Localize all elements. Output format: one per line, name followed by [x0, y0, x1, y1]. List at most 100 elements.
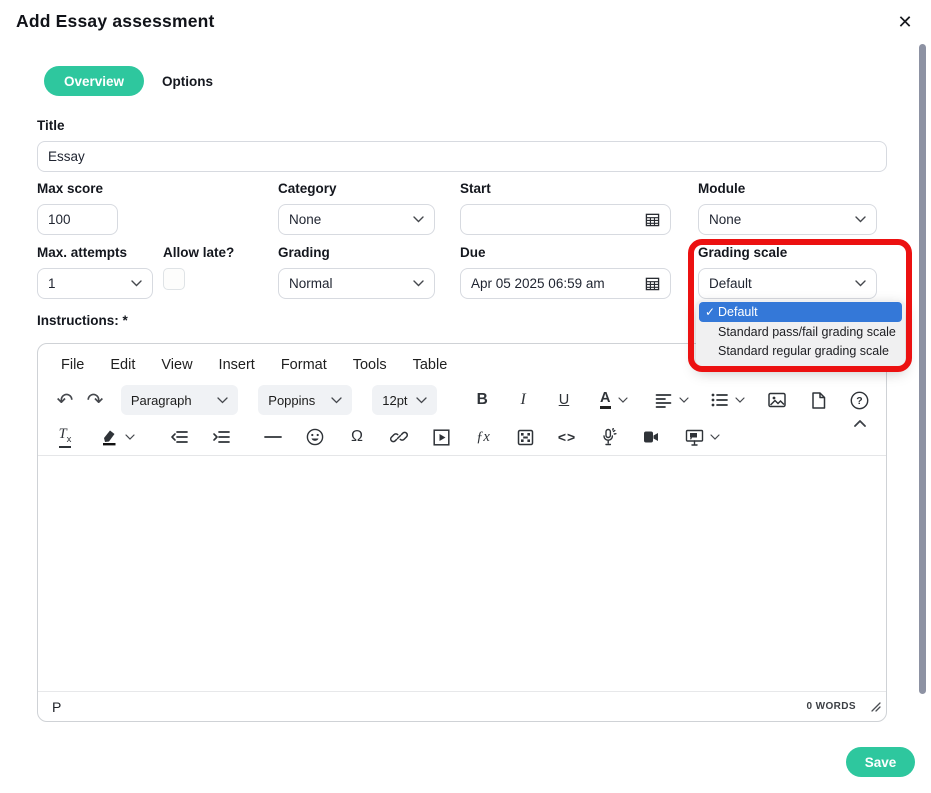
chevron-down-icon: [124, 434, 135, 440]
dropdown-option-default[interactable]: ✓ Default: [699, 302, 902, 322]
field-grading: Grading Normal: [278, 245, 435, 299]
font-size-value: 12pt: [382, 392, 408, 408]
vertical-scrollbar[interactable]: [919, 44, 926, 694]
modal-title: Add Essay assessment: [16, 11, 215, 31]
check-icon: ✓: [705, 305, 716, 319]
calendar-icon[interactable]: [645, 276, 660, 291]
paragraph-style-select[interactable]: Paragraph: [120, 385, 239, 415]
dropdown-option-passfail[interactable]: Standard pass/fail grading scale: [696, 322, 905, 341]
element-path[interactable]: P: [52, 699, 61, 715]
field-max-attempts: Max. attempts 1: [37, 245, 153, 299]
undo-glyph: ↶: [56, 389, 74, 412]
title-input[interactable]: [37, 141, 887, 172]
field-grading-scale: Grading scale Default: [698, 245, 877, 299]
video-record-icon[interactable]: [636, 422, 666, 452]
media-icon[interactable]: [426, 422, 456, 452]
chevron-down-icon: [415, 396, 427, 403]
save-button[interactable]: Save: [846, 747, 915, 777]
editor-toolbar-row1: ↶ ↷ Paragraph Poppins 12pt B I U A ?: [38, 381, 886, 419]
menu-file[interactable]: File: [48, 352, 97, 378]
font-family-select[interactable]: Poppins: [258, 385, 353, 415]
chevron-down-icon: [617, 397, 628, 403]
chevron-down-icon: [413, 216, 424, 223]
document-icon[interactable]: [803, 385, 833, 415]
undo-icon[interactable]: ↶: [50, 385, 80, 415]
template-grid-icon[interactable]: [510, 422, 540, 452]
option-label: Standard pass/fail grading scale: [718, 324, 896, 339]
tab-overview[interactable]: Overview: [44, 66, 145, 96]
link-icon[interactable]: [384, 422, 414, 452]
source-code-icon[interactable]: <>: [552, 422, 582, 452]
help-icon[interactable]: ?: [844, 385, 874, 415]
max-score-label: Max score: [37, 181, 104, 196]
option-label: Default: [718, 305, 758, 319]
grading-value: Normal: [289, 276, 333, 291]
word-count[interactable]: 0 WORDS: [807, 701, 856, 712]
align-icon[interactable]: [649, 385, 695, 415]
indent-icon[interactable]: [206, 422, 236, 452]
menu-insert[interactable]: Insert: [206, 352, 268, 378]
module-value: None: [709, 212, 742, 227]
dropdown-option-regular[interactable]: Standard regular grading scale: [696, 341, 905, 360]
resize-handle-icon[interactable]: [871, 699, 881, 717]
forecolor-glyph: A: [600, 391, 611, 410]
highlight-color-icon[interactable]: [92, 422, 142, 452]
category-label: Category: [278, 181, 337, 196]
toolbar-collapse-chevron-icon[interactable]: [854, 414, 866, 432]
emoji-icon[interactable]: [300, 422, 330, 452]
close-icon[interactable]: ✕: [893, 10, 917, 34]
grading-select[interactable]: Normal: [278, 268, 435, 299]
module-select[interactable]: None: [698, 204, 877, 235]
title-label: Title: [37, 118, 65, 133]
max-attempts-select[interactable]: 1: [37, 268, 153, 299]
chevron-down-icon: [217, 396, 229, 403]
italic-icon[interactable]: I: [508, 385, 538, 415]
due-datetime-input[interactable]: Apr 05 2025 06:59 am: [460, 268, 671, 299]
underline-icon[interactable]: U: [549, 385, 579, 415]
editor-content-area[interactable]: [38, 456, 886, 691]
calendar-icon[interactable]: [645, 212, 660, 227]
horizontal-rule-icon[interactable]: [258, 422, 288, 452]
menu-tools[interactable]: Tools: [340, 352, 400, 378]
grading-scale-select[interactable]: Default: [698, 268, 877, 299]
microphone-icon[interactable]: [594, 422, 624, 452]
underline-glyph: U: [558, 392, 570, 408]
menu-format[interactable]: Format: [268, 352, 340, 378]
remove-format-icon[interactable]: Tx: [50, 422, 80, 452]
menu-table[interactable]: Table: [400, 352, 461, 378]
bold-icon[interactable]: B: [467, 385, 497, 415]
special-character-icon[interactable]: Ω: [342, 422, 372, 452]
field-max-score: Max score: [37, 181, 118, 235]
module-label: Module: [698, 181, 746, 196]
screen-share-icon[interactable]: [678, 422, 726, 452]
bold-glyph: B: [476, 391, 488, 408]
menu-edit[interactable]: Edit: [97, 352, 148, 378]
chevron-down-icon: [855, 280, 866, 287]
formula-icon[interactable]: ƒx: [468, 422, 498, 452]
image-icon[interactable]: [762, 385, 792, 415]
option-label: Standard regular grading scale: [718, 343, 889, 358]
allow-late-checkbox[interactable]: [163, 268, 185, 290]
outdent-icon[interactable]: [164, 422, 194, 452]
start-label: Start: [460, 181, 491, 196]
omega-glyph: Ω: [351, 428, 363, 445]
menu-view[interactable]: View: [148, 352, 205, 378]
max-attempts-label: Max. attempts: [37, 245, 128, 260]
chevron-down-icon: [709, 434, 720, 440]
redo-icon[interactable]: ↷: [80, 385, 110, 415]
chevron-down-icon: [413, 280, 424, 287]
max-score-input[interactable]: [37, 204, 118, 235]
tab-options[interactable]: Options: [162, 74, 213, 89]
chevron-down-icon: [331, 396, 343, 403]
chevron-down-icon: [735, 397, 746, 403]
allow-late-label: Allow late?: [163, 245, 235, 260]
category-select[interactable]: None: [278, 204, 435, 235]
editor-toolbar-row2: Tx Ω ƒx <>: [38, 419, 886, 456]
font-size-select[interactable]: 12pt: [372, 385, 437, 415]
text-color-icon[interactable]: A: [590, 385, 638, 415]
start-datetime-input[interactable]: [460, 204, 671, 235]
field-category: Category None: [278, 181, 435, 235]
chevron-down-icon: [855, 216, 866, 223]
bullet-list-icon[interactable]: [705, 385, 751, 415]
editor-statusbar: P 0 WORDS: [38, 691, 886, 721]
